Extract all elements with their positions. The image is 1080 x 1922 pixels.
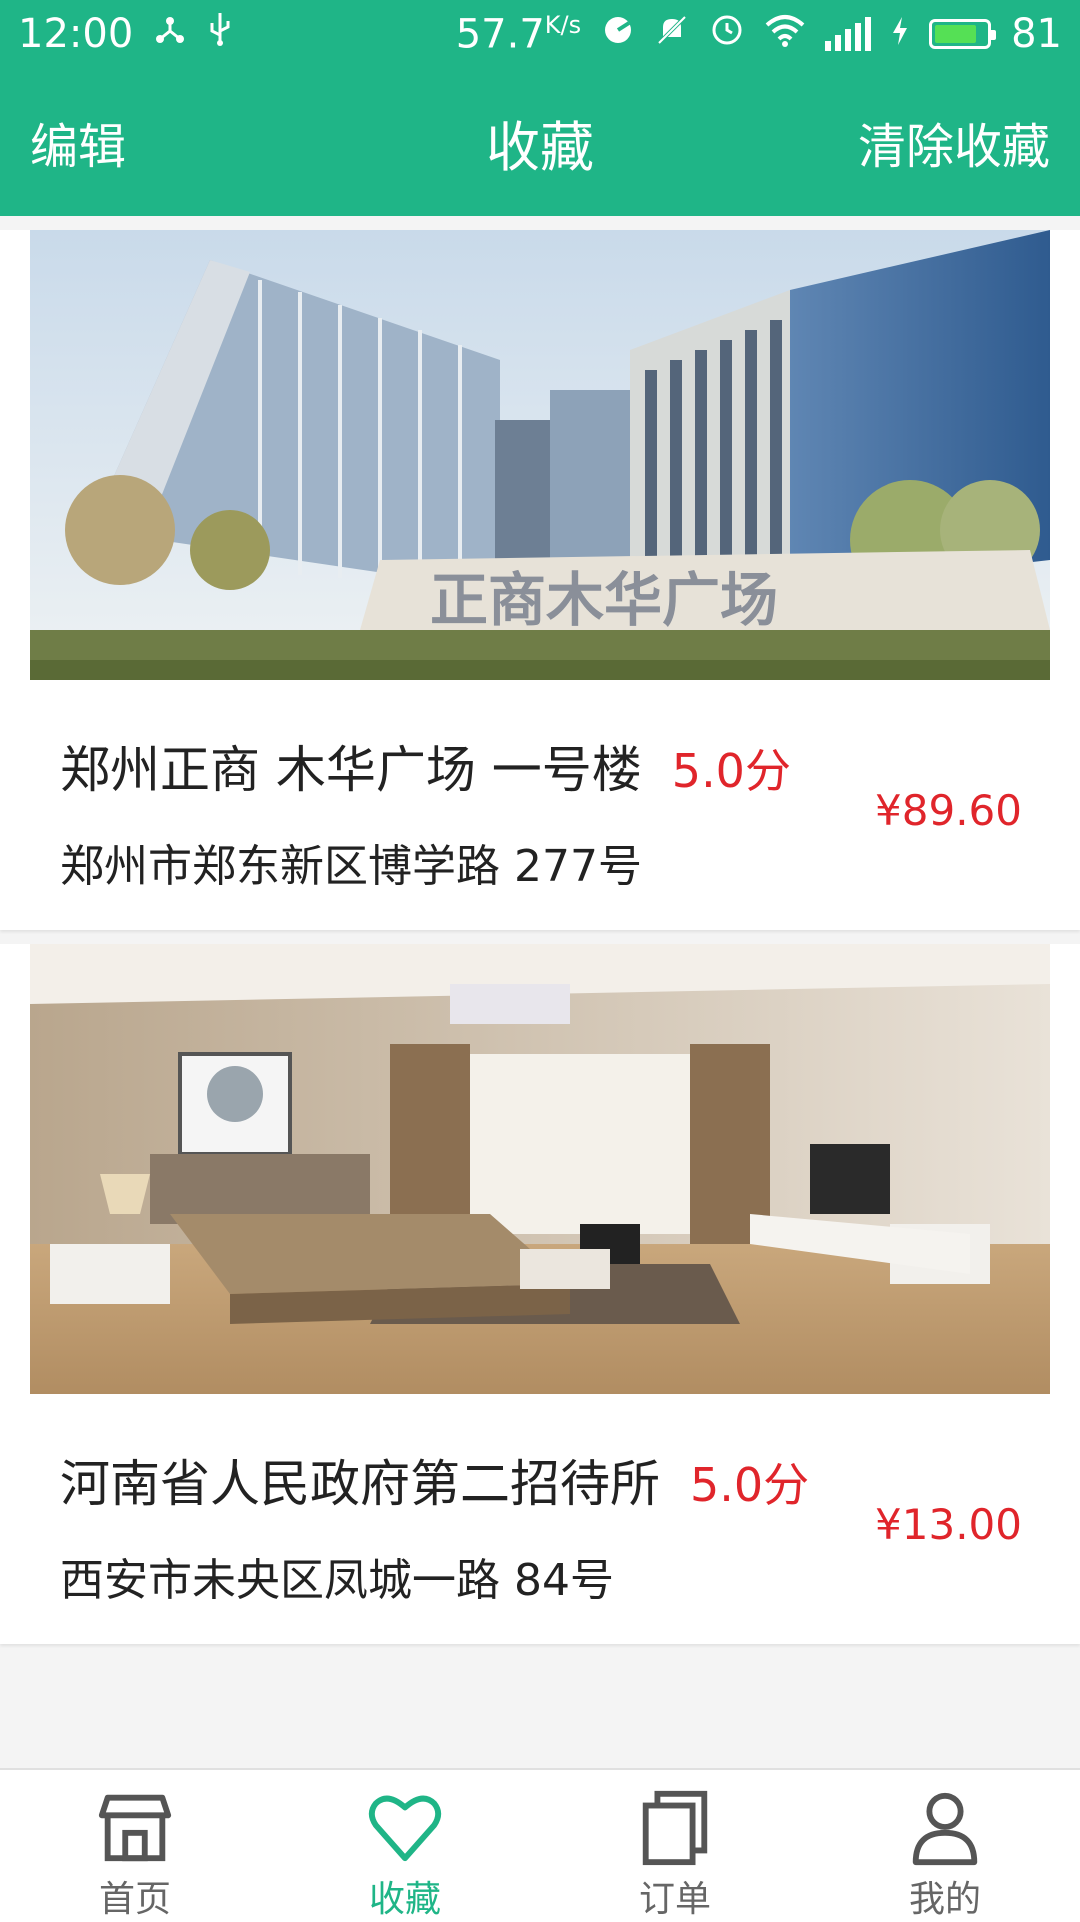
hotel-name-row: 河南省人民政府第二招待所 5.0分	[60, 1444, 809, 1516]
store-icon	[98, 1794, 172, 1862]
favorite-card[interactable]: 河南省人民政府第二招待所 5.0分 西安市未央区凤城一路 84号 ¥13.00	[0, 944, 1080, 1644]
favorite-card[interactable]: 正商木华广场 郑州正商 木华广场 一号楼 5.0分 郑州市郑东新区博学路 277…	[0, 230, 1080, 930]
hotel-name-row: 郑州正商 木华广场 一号楼 5.0分	[60, 730, 791, 802]
charging-icon	[891, 11, 909, 57]
share-icon	[153, 11, 187, 57]
orders-icon	[642, 1790, 708, 1866]
status-right: 57.7K/s 81	[456, 11, 1062, 57]
nav-home-label: 首页	[98, 1879, 171, 1920]
hotel-photo	[30, 944, 1050, 1394]
building-sign: 正商木华广场	[430, 566, 778, 634]
nav-profile-label: 我的	[908, 1879, 981, 1920]
hotel-name: 郑州正商 木华广场 一号楼	[60, 741, 642, 799]
hotel-price: ¥89.60	[875, 786, 1022, 835]
hotel-name: 河南省人民政府第二招待所	[60, 1455, 660, 1513]
speed-unit: K/s	[544, 10, 582, 39]
hotel-score: 5.0分	[690, 1458, 810, 1512]
nav-profile[interactable]: 我的	[810, 1770, 1080, 1922]
hotel-address: 郑州市郑东新区博学路 277号	[60, 841, 642, 892]
mute-icon	[655, 11, 689, 57]
nav-orders-label: 订单	[638, 1879, 711, 1920]
favorites-list: 正商木华广场 郑州正商 木华广场 一号楼 5.0分 郑州市郑东新区博学路 277…	[0, 216, 1080, 1644]
usb-icon	[207, 11, 233, 57]
nav-orders[interactable]: 订单	[540, 1770, 810, 1922]
nav-favorites[interactable]: 收藏	[270, 1770, 540, 1922]
bottom-nav: 首页 收藏 订单 我的	[0, 1768, 1080, 1922]
status-bar: 12:00 57.7K/s 81	[0, 0, 1080, 68]
hotel-photo: 正商木华广场	[30, 230, 1050, 680]
alarm-icon	[709, 11, 745, 57]
status-time: 12:00	[18, 11, 134, 57]
network-speed: 57.7K/s	[456, 11, 581, 57]
person-icon	[912, 1792, 978, 1866]
heart-icon	[368, 1795, 442, 1862]
wifi-icon	[765, 11, 805, 57]
hotel-price: ¥13.00	[875, 1500, 1022, 1549]
nav-home[interactable]: 首页	[0, 1770, 270, 1922]
nav-favorites-label: 收藏	[368, 1879, 441, 1920]
status-left: 12:00	[18, 11, 233, 57]
battery-icon	[929, 18, 997, 49]
cellular-signal-icon	[825, 16, 872, 51]
hotel-address: 西安市未央区凤城一路 84号	[60, 1555, 614, 1606]
edit-button[interactable]: 编辑	[30, 107, 126, 177]
speed-value: 57.7	[455, 11, 545, 58]
title-bar: 编辑 收藏 清除收藏	[0, 68, 1080, 216]
hotel-score: 5.0分	[671, 744, 791, 798]
data-saver-icon	[601, 11, 635, 57]
battery-level: 81	[1011, 10, 1062, 57]
clear-favorites-button[interactable]: 清除收藏	[858, 107, 1050, 177]
